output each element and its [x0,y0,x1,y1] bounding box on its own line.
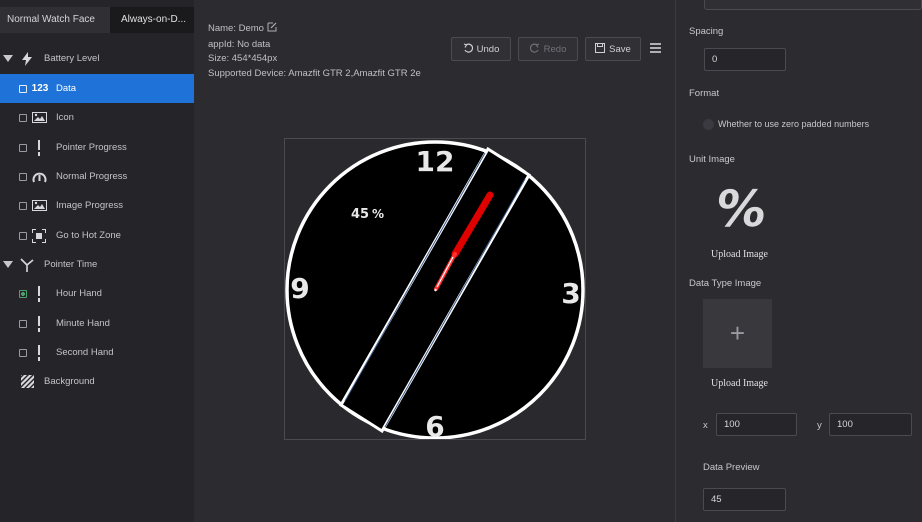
layer-label: Normal Progress [56,171,128,182]
pointer-icon [31,139,47,156]
x-label: x [703,420,708,431]
zero-pad-option-label: Whether to use zero padded numbers [718,119,870,129]
layer-label: Second Hand [56,347,114,358]
y-label: y [817,420,822,431]
numeral-12: 12 [416,145,455,178]
device-value: Amazfit GTR 2,Amazfit GTR 2e [288,67,421,79]
numeral-9: 9 [290,272,309,305]
battery-unit: % [372,207,384,221]
project-info: Name: Demo appId: No data Size: 454*454p… [208,22,421,81]
edit-icon[interactable] [267,22,277,38]
unit-image-preview[interactable]: % [712,180,770,238]
layer-checkbox[interactable] [19,348,27,357]
layer-label: Icon [56,112,74,123]
layer-item-data[interactable]: 123 Data [0,74,194,103]
undo-button[interactable]: Undo [451,37,511,61]
layer-label: Pointer Progress [56,142,127,153]
layer-checkbox[interactable] [19,289,27,298]
format-label: Format [689,88,720,99]
expand-caret-icon[interactable] [3,55,13,62]
y-input[interactable]: 100 [829,413,912,436]
image-icon [31,111,47,125]
spacing-label: Spacing [689,26,724,37]
layer-checkbox[interactable] [19,113,27,122]
layer-label: Minute Hand [56,318,110,329]
layer-label: Image Progress [56,200,124,211]
redo-icon [529,42,540,56]
layer-label: Go to Hot Zone [56,230,121,241]
x-input[interactable]: 100 [716,413,797,436]
group-label: Battery Level [44,53,100,64]
save-icon [595,42,606,56]
expand-caret-icon[interactable] [3,261,13,268]
zero-pad-radio[interactable] [703,119,714,130]
numeral-6: 6 [425,410,444,439]
pointer-icon [31,344,47,361]
add-image-button[interactable]: + [703,299,772,368]
undo-icon [463,42,473,56]
undo-label: Undo [476,43,500,55]
layer-item-background[interactable]: Background [0,367,194,396]
data-preview-label: Data Preview [703,462,760,473]
menu-icon[interactable] [650,43,661,53]
plus-icon: + [729,318,746,348]
layer-item-second-hand[interactable]: Second Hand [0,338,194,367]
group-pointer-time[interactable]: Pointer Time [0,250,194,279]
name-label: Name: [208,23,236,34]
pointer-icon [31,285,47,302]
redo-button[interactable]: Redo [518,37,578,61]
layer-label: Hour Hand [56,288,102,299]
watch-face: 12 3 6 9 45 % [285,140,585,439]
layer-checkbox[interactable] [19,172,27,181]
layer-checkbox[interactable] [19,231,27,240]
upload-image-button-2[interactable]: Upload Image [711,378,768,389]
layer-item-hour-hand[interactable]: Hour Hand [0,279,194,308]
project-name: Demo [238,23,264,34]
unit-image-label: Unit Image [689,154,735,165]
spacing-input[interactable]: 0 [704,48,786,71]
layer-label: Background [44,376,95,387]
device-label: Supported Device: [208,67,287,79]
layer-checkbox[interactable] [19,84,27,93]
appid-value: No data [237,38,271,50]
size-value: 454*454px [231,53,278,64]
layer-item-normal-progress[interactable]: Normal Progress [0,162,194,191]
layer-checkbox[interactable] [19,319,27,328]
tab-normal-watch-face[interactable]: Normal Watch Face [0,7,110,33]
group-battery-level[interactable]: Battery Level [0,44,194,73]
face-tabs: Normal Watch Face Always-on-D... [0,7,194,33]
clock-hands-icon [19,257,35,272]
data-type-image-label: Data Type Image [689,278,762,289]
numeral-3: 3 [561,277,580,310]
truncated-field[interactable] [704,0,922,10]
layer-item-image-progress[interactable]: Image Progress [0,191,194,220]
layer-item-hot-zone[interactable]: Go to Hot Zone [0,221,194,250]
layer-item-pointer-progress[interactable]: Pointer Progress [0,133,194,162]
battery-value[interactable]: 45 [351,207,369,222]
gauge-icon [31,170,47,184]
hatch-background-icon [19,375,35,389]
layer-item-icon[interactable]: Icon [0,103,194,132]
layer-item-minute-hand[interactable]: Minute Hand [0,309,194,338]
upload-image-button[interactable]: Upload Image [711,249,768,260]
layer-panel: Normal Watch Face Always-on-D... Battery… [0,0,194,522]
redo-label: Redo [543,43,567,55]
save-button[interactable]: Save [585,37,641,61]
layer-checkbox[interactable] [19,201,27,210]
tab-always-on-display[interactable]: Always-on-D... [110,7,194,33]
appid-label: appId: [208,38,235,50]
group-label: Pointer Time [44,259,98,270]
size-label: Size: [208,53,230,64]
save-label: Save [609,43,631,55]
data-preview-input[interactable]: 45 [703,488,786,511]
hotzone-icon [31,228,47,243]
lightning-icon [19,51,35,66]
properties-panel: Spacing 0 Format Whether to use zero pad… [676,0,922,522]
layer-label: Data [56,83,77,94]
image-icon [31,199,47,213]
123-icon: 123 [31,83,49,94]
watch-canvas[interactable]: 12 3 6 9 45 % [284,138,586,440]
layer-checkbox[interactable] [19,143,27,152]
pointer-icon [31,315,47,332]
